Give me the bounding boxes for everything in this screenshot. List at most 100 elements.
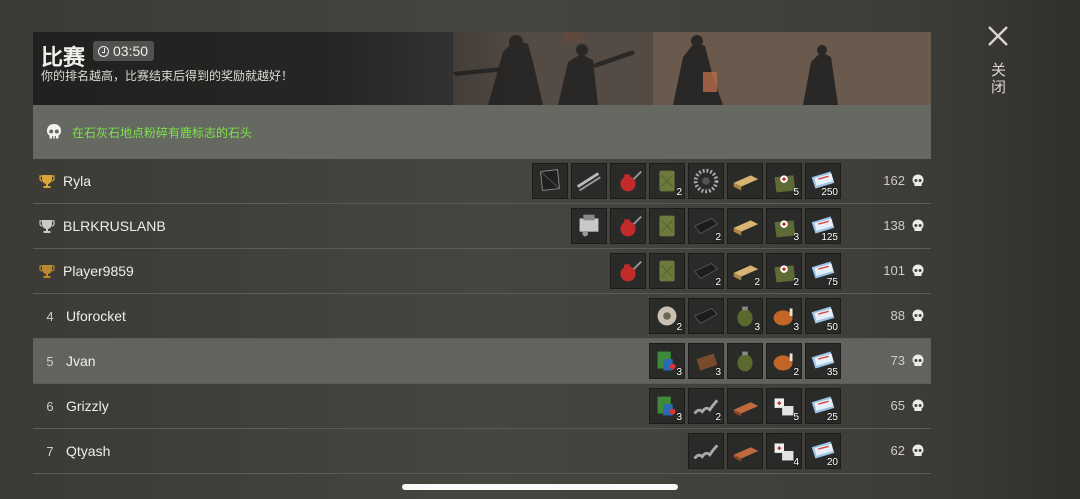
trophy-bronze-icon	[39, 265, 55, 278]
leaderboard-row[interactable]: 5 Jvan 3 3 2 35 73	[33, 339, 931, 384]
leaderboard-row[interactable]: 7 Qtyash 4 20 62	[33, 429, 931, 474]
leaderboard-row[interactable]: 6 Grizzly 3 2 5 25 65	[33, 384, 931, 429]
reward-slot[interactable]: 3	[727, 298, 763, 334]
item-count: 2	[754, 277, 760, 288]
leaderboard-row[interactable]: BLRKRUSLANB 2 3 125 138	[33, 204, 931, 249]
reward-slot[interactable]	[649, 253, 685, 289]
reward-slot[interactable]	[610, 253, 646, 289]
item-count: 125	[821, 232, 838, 243]
leaderboard-row[interactable]: 4 Uforocket 2 3 3 50 88	[33, 294, 931, 339]
skull-icon	[912, 399, 924, 411]
reward-slot[interactable]: 5	[766, 163, 802, 199]
rank-number: 5	[46, 353, 54, 369]
reward-slot[interactable]: 2	[727, 253, 763, 289]
reward-slot[interactable]: 2	[649, 298, 685, 334]
reward-slot[interactable]	[610, 163, 646, 199]
reward-slot[interactable]: 75	[805, 253, 841, 289]
trophy-gold-icon	[39, 175, 55, 188]
leaderboard-row[interactable]: Ryla 2 5 250 162	[33, 159, 931, 204]
reward-slot[interactable]: 3	[649, 388, 685, 424]
close-icon[interactable]	[987, 25, 1009, 47]
reward-slot[interactable]: 3	[766, 298, 802, 334]
reward-items: 2 5 250	[532, 163, 841, 199]
item-count: 3	[793, 232, 799, 243]
reward-slot[interactable]: 3	[688, 343, 724, 379]
reward-slot[interactable]: 2	[688, 253, 724, 289]
item-count: 5	[793, 187, 799, 198]
reward-slot[interactable]	[610, 208, 646, 244]
reward-slot[interactable]	[727, 433, 763, 469]
item-count: 75	[826, 277, 838, 288]
reward-slot[interactable]: 5	[766, 388, 802, 424]
page-subtitle: 你的排名越高，比赛结束后得到的奖励就越好！	[41, 69, 294, 83]
oil-can-icon	[620, 260, 642, 282]
item-count: 3	[715, 367, 721, 378]
reward-slot[interactable]	[727, 208, 763, 244]
oil-can-icon	[620, 170, 642, 192]
reward-slot[interactable]: 3	[649, 343, 685, 379]
reward-slot[interactable]	[571, 208, 607, 244]
jerrycan-icon	[659, 215, 675, 237]
grenade-icon	[737, 351, 753, 372]
reward-slot[interactable]: 25	[805, 388, 841, 424]
timer-value: 03:50	[113, 43, 149, 59]
reward-slot[interactable]: 125	[805, 208, 841, 244]
item-count: 35	[826, 367, 838, 378]
reward-slot[interactable]	[532, 163, 568, 199]
engine-icon	[579, 214, 599, 237]
player-name: Jvan	[66, 353, 96, 369]
player-name: Ryla	[63, 173, 92, 189]
item-count: 2	[676, 322, 682, 333]
skull-icon	[47, 124, 61, 139]
reward-slot[interactable]	[727, 163, 763, 199]
reward-slot[interactable]	[688, 298, 724, 334]
oil-can-icon	[620, 215, 642, 237]
item-count: 5	[793, 412, 799, 423]
reward-items: 2 3 3 50	[649, 298, 841, 334]
quest-bar: 在石灰石地点粉碎有鹿标志的石头	[33, 105, 931, 159]
trophy-silver-icon	[39, 220, 55, 233]
reward-slot[interactable]: 35	[805, 343, 841, 379]
reward-slot[interactable]: 250	[805, 163, 841, 199]
close-button-label[interactable]: 关闭	[988, 62, 1008, 96]
reward-slot[interactable]	[571, 163, 607, 199]
quest-description: 在石灰石地点粉碎有鹿标志的石头	[72, 125, 253, 140]
reward-slot[interactable]	[727, 388, 763, 424]
reward-slot[interactable]: 2	[649, 163, 685, 199]
reward-slot[interactable]	[727, 343, 763, 379]
rank-number: 4	[46, 308, 54, 324]
reward-slot[interactable]: 2	[766, 343, 802, 379]
score-value: 88	[890, 308, 905, 323]
pipes-icon	[576, 172, 601, 192]
reward-slot[interactable]: 50	[805, 298, 841, 334]
countdown-timer: 03:50	[93, 41, 155, 61]
item-count: 3	[793, 322, 799, 333]
reward-slot[interactable]	[649, 208, 685, 244]
player-name: Qtyash	[66, 443, 111, 459]
home-indicator[interactable]	[402, 484, 678, 490]
item-count: 2	[793, 277, 799, 288]
reward-slot[interactable]	[688, 433, 724, 469]
skull-icon	[912, 174, 924, 186]
reward-slot[interactable]: 20	[805, 433, 841, 469]
leaderboard-list: Ryla 2 5 250 162 BLRKRUSLANB 2 3 125 138 Player985…	[33, 159, 931, 474]
item-count: 2	[715, 412, 721, 423]
item-count: 2	[715, 232, 721, 243]
reward-slot[interactable]: 4	[766, 433, 802, 469]
spring-icon	[693, 444, 719, 460]
skull-icon	[912, 354, 924, 366]
reward-slot[interactable]: 2	[688, 208, 724, 244]
reward-items: 3 3 2 35	[649, 343, 841, 379]
plank-icon	[733, 175, 759, 191]
item-count: 3	[676, 412, 682, 423]
item-count: 3	[676, 367, 682, 378]
leaderboard-row[interactable]: Player9859 2 2 2 75 101	[33, 249, 931, 294]
score-value: 62	[890, 443, 905, 458]
reward-items: 2 2 2 75	[610, 253, 841, 289]
reward-slot[interactable]: 3	[766, 208, 802, 244]
skull-icon	[912, 264, 924, 276]
tournament-panel: 比赛 03:50 你的排名越高，比赛结束后得到的奖励就越好！ 在石灰石地点粉碎有…	[33, 32, 931, 499]
reward-slot[interactable]	[688, 163, 724, 199]
reward-slot[interactable]: 2	[688, 388, 724, 424]
reward-slot[interactable]: 2	[766, 253, 802, 289]
